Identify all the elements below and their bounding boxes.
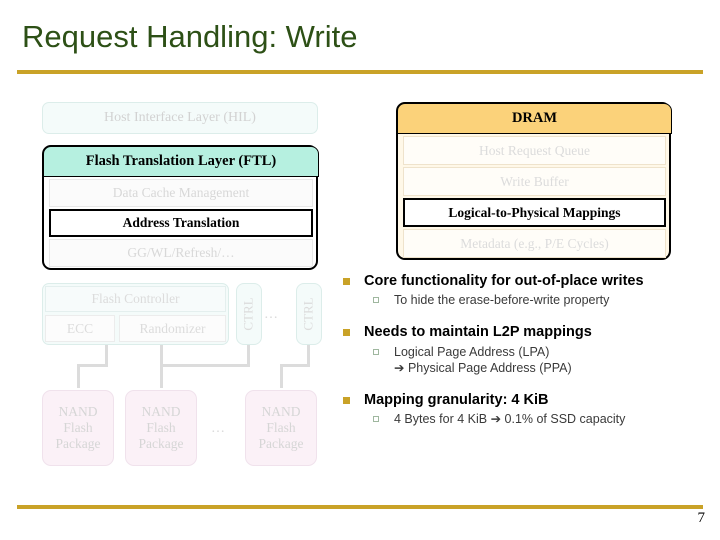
nand-package-3-line-1: NAND [261,404,301,420]
dram-row-0-label: Host Request Queue [479,142,590,158]
flash-controller-header-label: Flash Controller [91,291,180,306]
ftl-row-1-label: Address Translation [122,215,240,230]
dram-row-host-request-queue: Host Request Queue [403,136,666,165]
bullet-square-icon [343,397,350,404]
bullet-group-3: Mapping granularity: 4 KiB 4 Bytes for 4… [336,391,716,427]
bullet-group-1: Core functionality for out-of-place writ… [336,272,716,308]
bullet-level1-3: Mapping granularity: 4 KiB [336,391,716,409]
connector-segment [280,364,283,388]
bullet-hollow-square-icon [373,348,379,355]
nand-package-1-line-3: Package [55,435,101,451]
nand-package-1-line-1: NAND [58,404,98,420]
dram-container: DRAM Host Request Queue Write Buffer Log… [396,102,672,260]
connector-segment [160,364,163,388]
nand-package-2-line-3: Package [138,435,184,451]
dram-row-metadata: Metadata (e.g., P/E Cycles) [403,229,666,258]
nand-flash-package-3: NAND Flash Package [245,390,317,466]
connector-segment [77,364,80,388]
bullet-level2-2-1: Logical Page Address (LPA) [336,344,716,360]
page-title: Request Handling: Write [22,19,358,54]
connector-segment [160,364,250,367]
ctrl-box-2: CTRL [296,283,322,345]
bullet-level2-1-1-label: To hide the erase-before-write property [394,293,610,308]
title-divider [17,70,703,74]
ftl-container: Flash Translation Layer (FTL) Data Cache… [42,145,319,270]
ftl-row-address-translation: Address Translation [49,209,313,237]
nand-ellipsis: … [211,421,226,436]
ftl-row-data-cache-management: Data Cache Management [49,179,313,207]
ftl-row-gg-wl-refresh: GG/WL/Refresh/… [49,239,313,267]
ecc-box: ECC [45,315,115,342]
dram-header-label: DRAM [511,110,558,126]
ftl-header: Flash Translation Layer (FTL) [43,146,319,177]
bullet-level2-2-continuation: ➔ Physical Page Address (PPA) [394,360,572,375]
connector-segment [307,345,310,366]
slide: Request Handling: Write Host Interface L… [0,0,720,540]
flash-controller-header: Flash Controller [45,286,226,312]
dram-row-3-label: Metadata (e.g., P/E Cycles) [460,235,609,251]
bullet-group-2: Needs to maintain L2P mappings Logical P… [336,323,716,376]
ctrl-box-2-label: CTRL [301,297,317,331]
bullet-level1-2: Needs to maintain L2P mappings [336,323,716,341]
nand-package-3-line-3: Package [258,435,304,451]
ecc-label: ECC [66,320,94,336]
nand-package-2-line-2: Flash [146,420,176,436]
nand-package-3-line-2: Flash [266,420,296,436]
nand-flash-package-2: NAND Flash Package [125,390,197,466]
nand-flash-package-1: NAND Flash Package [42,390,114,466]
bullet-level1-1: Core functionality for out-of-place writ… [336,272,716,290]
nand-package-2-line-1: NAND [141,404,181,420]
host-interface-layer-label: Host Interface Layer (HIL) [104,110,256,125]
bullet-level1-3-label: Mapping granularity: 4 KiB [364,392,549,408]
connector-segment [105,345,108,366]
connector-segment [77,364,108,367]
bullet-level1-1-label: Core functionality for out-of-place writ… [364,273,644,289]
footer-divider [17,505,703,509]
host-interface-layer-box: Host Interface Layer (HIL) [42,102,318,134]
ctrl-box-1-label: CTRL [241,297,257,331]
bullet-level2-1-1: To hide the erase-before-write property [336,292,716,308]
bullet-square-icon [343,329,350,337]
ctrl-box-1: CTRL [236,283,262,345]
ftl-row-2-label: GG/WL/Refresh/… [127,245,235,260]
ftl-header-label: Flash Translation Layer (FTL) [85,153,277,169]
ftl-row-0-label: Data Cache Management [112,185,250,200]
dram-row-logical-to-physical-mappings: Logical-to-Physical Mappings [403,198,666,227]
connector-segment [280,364,310,367]
page-number: 7 [697,510,706,526]
bullet-hollow-square-icon [373,297,379,304]
connector-segment [160,345,163,366]
dram-row-1-label: Write Buffer [500,173,569,189]
ctrl-ellipsis: … [264,307,279,322]
bullet-level2-2-1-label: Logical Page Address (LPA) [394,344,550,359]
bullet-square-icon [343,278,350,285]
bullet-level1-2-label: Needs to maintain L2P mappings [364,324,592,341]
dram-header: DRAM [397,103,672,134]
bullet-level2-3-1-label: 4 Bytes for 4 KiB ➔ 0.1% of SSD capacity [394,412,626,427]
nand-package-1-line-2: Flash [63,420,93,436]
dram-row-write-buffer: Write Buffer [403,167,666,196]
bullet-list: Core functionality for out-of-place writ… [336,272,716,442]
randomizer-label: Randomizer [139,320,206,336]
bullet-level2-3-1: 4 Bytes for 4 KiB ➔ 0.1% of SSD capacity [336,411,716,427]
randomizer-box: Randomizer [119,315,226,342]
connector-segment [247,345,250,366]
bullet-hollow-square-icon [373,416,379,423]
dram-row-2-label: Logical-to-Physical Mappings [448,204,621,220]
